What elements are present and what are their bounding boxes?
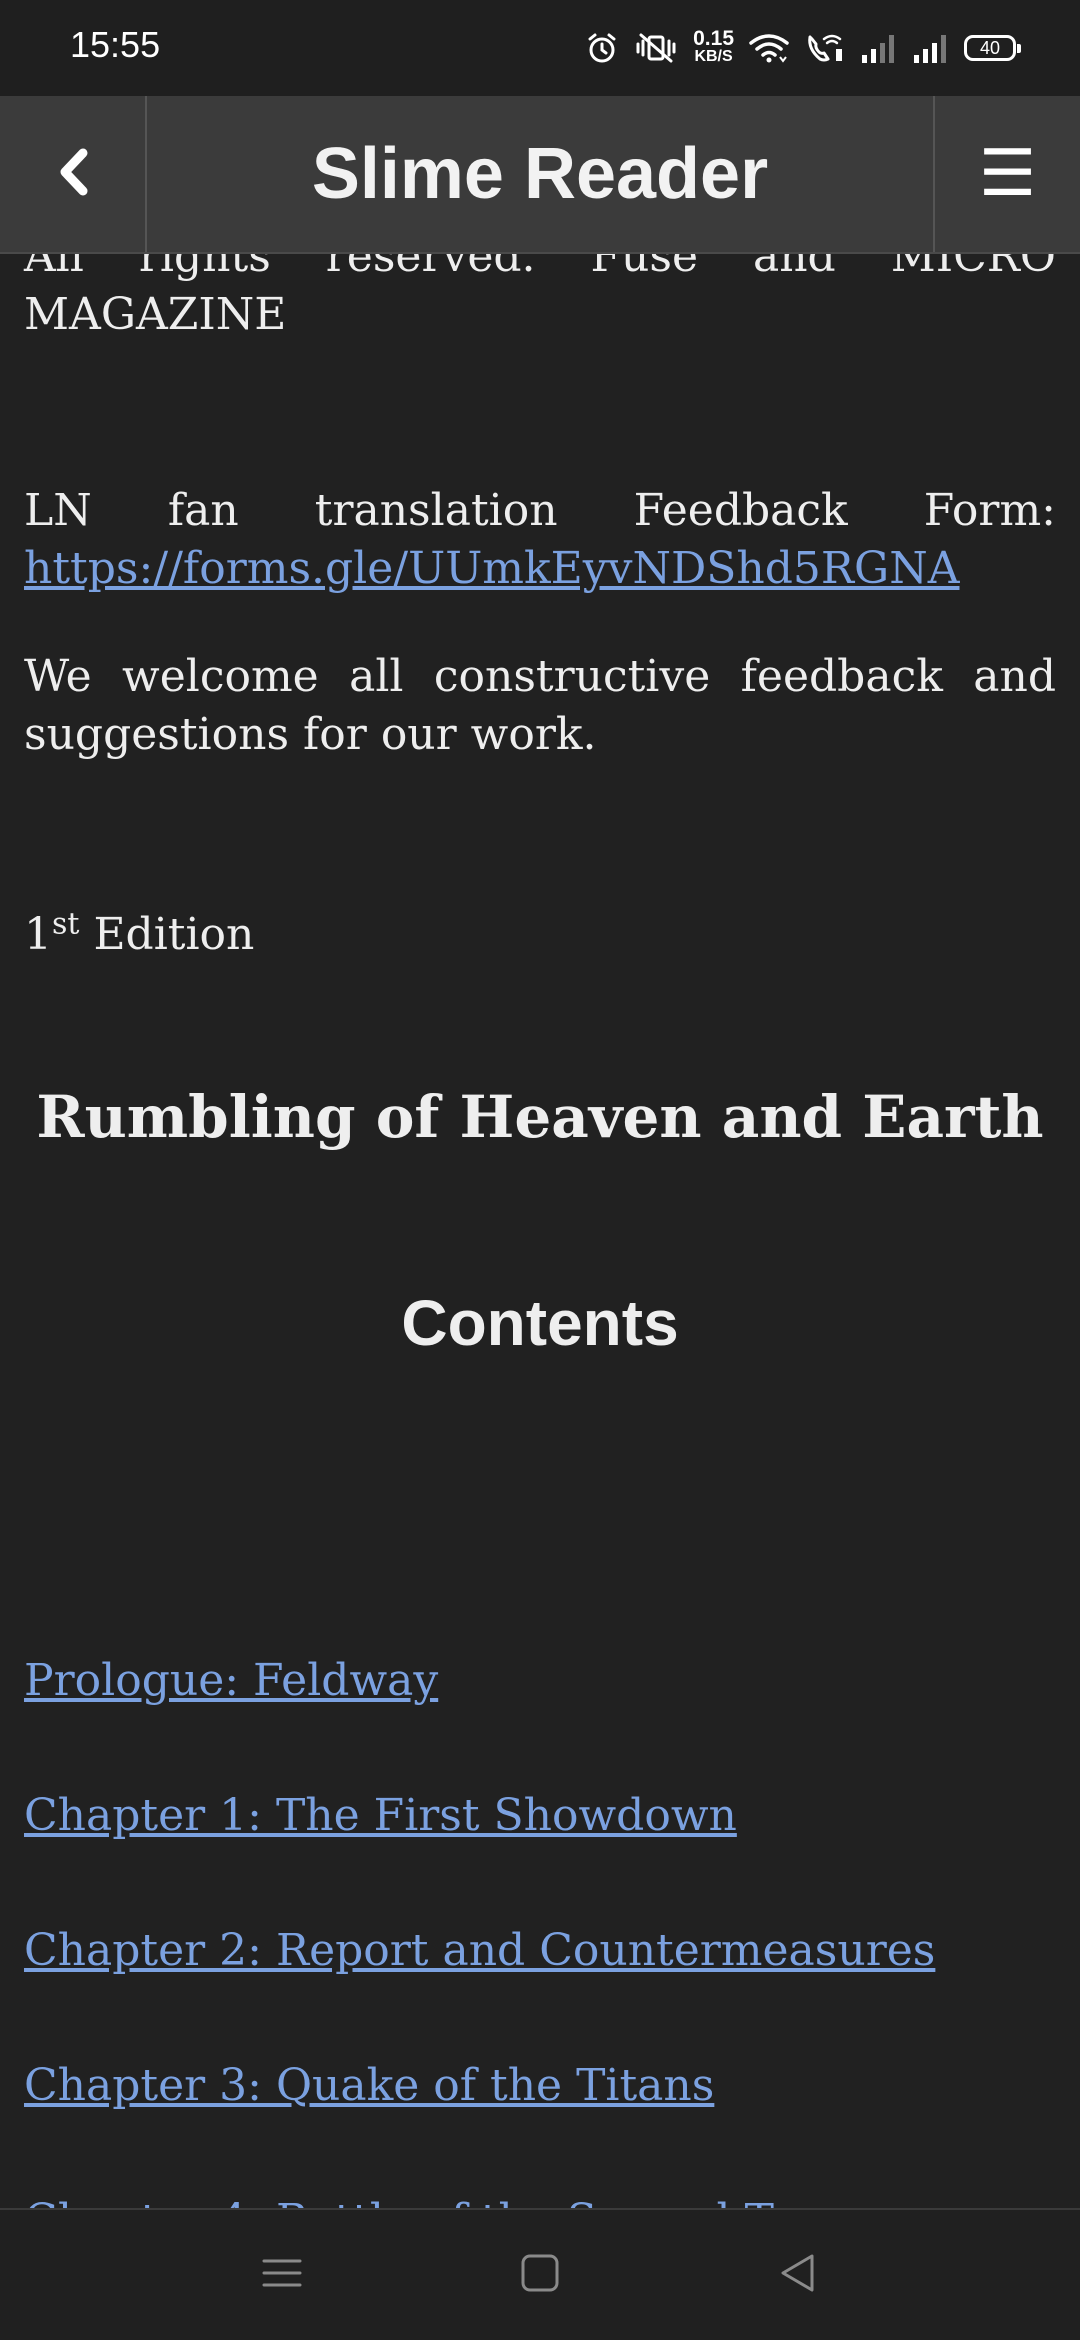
contents-heading: Contents bbox=[401, 1287, 679, 1359]
feedback-paragraph: LN fan translation Feedback Form: https:… bbox=[24, 482, 1056, 598]
toc-link-chapter-2[interactable]: Chapter 2: Report and Countermeasures bbox=[24, 1922, 935, 1980]
network-speed-unit: KB/S bbox=[694, 48, 733, 65]
back-button[interactable] bbox=[0, 96, 147, 252]
toc-link-chapter-4[interactable]: Chapter 4: Battle of the Second Tr... bbox=[24, 2192, 832, 2208]
toc-link-chapter-1[interactable]: Chapter 1: The First Showdown bbox=[24, 1787, 737, 1845]
vibrate-icon bbox=[633, 31, 679, 65]
edition-suffix: st bbox=[52, 906, 80, 942]
system-back-button[interactable] bbox=[738, 2210, 858, 2340]
network-speed: 0.15 KB/S bbox=[693, 27, 734, 66]
wifi-calling-icon bbox=[804, 31, 846, 65]
status-time: 15:55 bbox=[70, 24, 161, 65]
signal-icon-2 bbox=[912, 31, 950, 65]
toc-link-prologue[interactable]: Prologue: Feldway bbox=[24, 1652, 438, 1710]
menu-button[interactable]: ☰ bbox=[933, 96, 1080, 252]
toc-link-chapter-3[interactable]: Chapter 3: Quake of the Titans bbox=[24, 2057, 714, 2115]
status-bar: 15:55 0.15 KB/S 40 bbox=[0, 0, 1080, 96]
edition-text: Edition bbox=[79, 909, 255, 960]
home-icon bbox=[520, 2253, 560, 2297]
app-title: Slime Reader bbox=[311, 134, 769, 214]
volume-title: Rumbling of Heaven and Earth bbox=[36, 1083, 1044, 1151]
edition-number: 1 bbox=[24, 909, 52, 960]
edition-paragraph: 1st Edition bbox=[24, 906, 1056, 964]
chevron-left-icon bbox=[53, 147, 93, 201]
app-header: Slime Reader ☰ bbox=[0, 96, 1080, 254]
welcome-paragraph: We welcome all constructive feedback and… bbox=[24, 651, 1056, 760]
back-triangle-icon bbox=[778, 2253, 818, 2297]
system-nav-bar bbox=[0, 2208, 1080, 2340]
recent-apps-button[interactable] bbox=[222, 2210, 342, 2340]
wifi-icon bbox=[748, 31, 790, 65]
alarm-icon bbox=[585, 31, 619, 65]
battery-indicator: 40 bbox=[964, 35, 1021, 61]
network-speed-value: 0.15 bbox=[693, 27, 734, 50]
feedback-label: LN fan translation Feedback Form: bbox=[24, 485, 1056, 536]
hamburger-menu-icon: ☰ bbox=[978, 137, 1037, 211]
home-button[interactable] bbox=[480, 2210, 600, 2340]
recent-apps-icon bbox=[262, 2253, 302, 2297]
reader-content[interactable]: All rights reserved. Fuse and MICRO MAGA… bbox=[0, 0, 1080, 2208]
feedback-form-link[interactable]: https://forms.gle/UUmkEyvNDShd5RGNA bbox=[24, 543, 959, 594]
status-icons: 0.15 KB/S 40 bbox=[585, 26, 1021, 70]
signal-icon bbox=[860, 31, 898, 65]
